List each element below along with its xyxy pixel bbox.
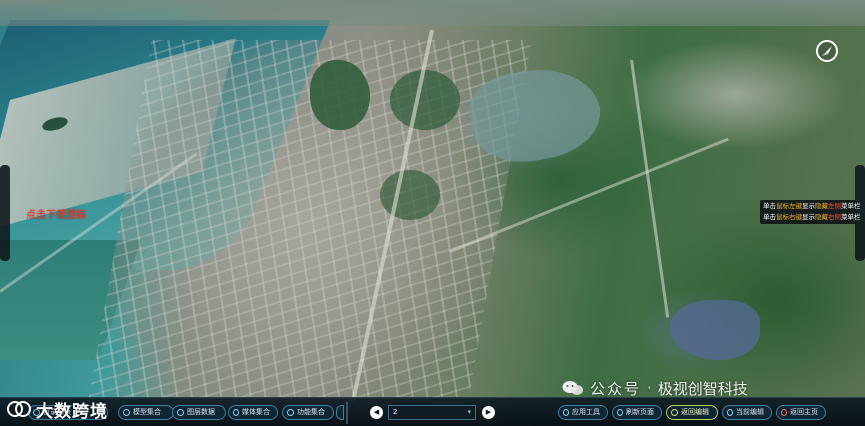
model-collection-button[interactable]: 模型集合 — [118, 405, 174, 420]
more-tools-button[interactable] — [336, 405, 344, 420]
edit-icon — [671, 409, 678, 416]
chevron-down-icon: ▾ — [467, 408, 471, 416]
horizon-haze — [0, 0, 865, 26]
help-text-segment: 鼠标左键 — [776, 202, 802, 210]
tools-icon — [563, 409, 569, 416]
button-label: 图层数据 — [187, 408, 215, 416]
southeast-lake — [670, 300, 760, 360]
help-text-segment: 菜单栏 — [841, 213, 861, 221]
east-town — [620, 40, 850, 150]
next-page-button[interactable]: ▶ — [482, 406, 495, 419]
page-select-value: 2 — [393, 408, 398, 416]
wechat-label: 公众号 — [590, 379, 642, 398]
help-text-segment: 菜单栏 — [841, 202, 861, 210]
help-line-left-click: 单击鼠标左键显示隐藏左侧菜单栏 — [763, 201, 861, 212]
refresh-page-button[interactable]: 刷新页面 — [612, 405, 662, 420]
help-text-segment: 单击 — [763, 202, 776, 210]
brand-logo-icon — [6, 398, 32, 420]
help-text-segment: 右侧 — [828, 213, 841, 221]
pencil-icon — [727, 409, 733, 416]
previous-page-button[interactable]: ◀ — [370, 406, 383, 419]
wechat-watermark: 公众号 · 极视创智科技 — [562, 376, 748, 400]
help-text-segment: 单击 — [763, 213, 776, 221]
green-hill — [380, 170, 440, 220]
button-label: 返回编辑 — [681, 408, 709, 416]
brand-text: 大数跨境 — [36, 401, 108, 422]
help-text-segment: 隐藏 — [815, 213, 828, 221]
refresh-icon — [617, 409, 623, 416]
help-text-segment: 鼠标右键 — [776, 213, 802, 221]
layer-data-button[interactable]: 图层数据 — [172, 405, 226, 420]
green-hill — [310, 60, 370, 130]
wechat-icon — [562, 379, 584, 397]
page-select[interactable]: 2 ▾ — [388, 405, 476, 420]
button-label: 模型集合 — [133, 408, 161, 416]
function-icon — [287, 409, 294, 416]
download-hint-label[interactable]: 点击下载图标 — [26, 206, 86, 221]
return-home-button[interactable]: 返回主页 — [776, 405, 826, 420]
wechat-separator: · — [647, 379, 652, 397]
help-text-segment: 显示 — [802, 213, 815, 221]
button-label: 当前编辑 — [736, 408, 764, 416]
help-text-segment: 隐藏 — [815, 202, 828, 210]
bottom-toolbar: 目录列表 模型集合 图层数据 媒体集合 功能集合 ◀ 2 ▾ ▶ 应用工具 刷新… — [0, 397, 865, 426]
home-icon — [781, 409, 787, 416]
media-collection-button[interactable]: 媒体集合 — [228, 405, 278, 420]
current-edit-button[interactable]: 当前编辑 — [722, 405, 772, 420]
mouse-help-tooltip: 单击鼠标左键显示隐藏左侧菜单栏 单击鼠标右键显示隐藏右侧菜单栏 — [760, 200, 861, 224]
green-hill — [390, 70, 460, 130]
button-label: 返回主页 — [790, 408, 818, 416]
aerial-map-view[interactable] — [0, 0, 865, 426]
layers-icon — [177, 409, 184, 416]
help-text-segment: 左侧 — [828, 202, 841, 210]
button-label: 媒体集合 — [242, 408, 270, 416]
media-icon — [233, 409, 239, 416]
button-label: 刷新页面 — [626, 408, 654, 416]
function-collection-button[interactable]: 功能集合 — [282, 405, 334, 420]
wechat-account-name: 极视创智科技 — [657, 379, 748, 398]
compass-icon[interactable] — [816, 40, 838, 62]
toolbar-divider — [346, 402, 348, 424]
button-label: 功能集合 — [297, 408, 325, 416]
help-line-right-click: 单击鼠标右键显示隐藏右侧菜单栏 — [763, 212, 861, 223]
help-text-segment: 显示 — [802, 202, 815, 210]
button-label: 应用工具 — [572, 408, 600, 416]
cube-icon — [123, 409, 130, 416]
left-panel-toggle[interactable] — [0, 165, 10, 261]
app-tools-button[interactable]: 应用工具 — [558, 405, 608, 420]
brand-watermark: 大数跨境 — [6, 394, 108, 424]
return-edit-button[interactable]: 返回编辑 — [666, 405, 718, 420]
